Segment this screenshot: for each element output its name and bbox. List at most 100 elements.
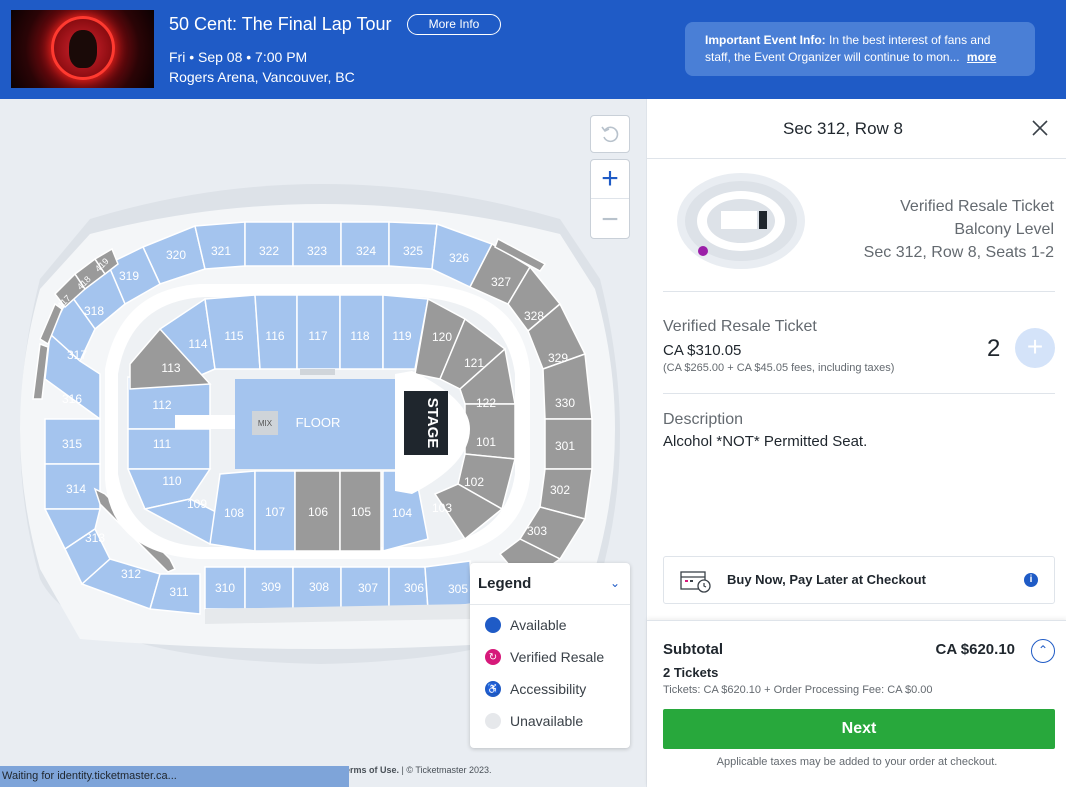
description-text: Alcohol *NOT* Permitted Seat. bbox=[663, 433, 868, 450]
section-101: 101 bbox=[476, 435, 496, 449]
browser-status-bar: Waiting for identity.ticketmaster.ca... bbox=[0, 766, 349, 787]
close-icon[interactable] bbox=[1030, 118, 1050, 138]
section-102: 102 bbox=[464, 475, 484, 489]
section-325: 325 bbox=[403, 244, 423, 258]
subtotal-amount: CA $620.10 bbox=[935, 641, 1016, 658]
section-312: 312 bbox=[121, 567, 141, 581]
section-317: 317 bbox=[67, 348, 87, 362]
legend-label: Available bbox=[510, 617, 567, 633]
section-118: 118 bbox=[350, 329, 369, 343]
section-311: 311 bbox=[169, 585, 188, 599]
panel-title: Sec 312, Row 8 bbox=[782, 119, 903, 138]
section-329: 329 bbox=[548, 351, 568, 365]
section-305: 305 bbox=[448, 582, 468, 596]
next-button[interactable]: Next bbox=[663, 709, 1055, 749]
section-310: 310 bbox=[215, 581, 235, 595]
section-313: 313 bbox=[85, 531, 105, 545]
legend-label: Unavailable bbox=[510, 713, 584, 729]
section-104: 104 bbox=[392, 506, 412, 520]
tax-note: Applicable taxes may be added to your or… bbox=[716, 756, 998, 768]
wheelchair-icon: ♿ bbox=[485, 681, 501, 697]
ticket-seats-line: Sec 312, Row 8, Seats 1-2 bbox=[863, 244, 1054, 261]
chevron-down-icon[interactable]: ⌄ bbox=[610, 576, 620, 590]
quantity-value: 2 bbox=[987, 335, 1001, 362]
mix-label: MIX bbox=[258, 419, 273, 428]
divider bbox=[663, 393, 1055, 394]
reset-map-button[interactable] bbox=[590, 115, 630, 153]
section-117: 117 bbox=[308, 329, 327, 343]
chevron-up-icon[interactable]: ⌃ bbox=[1031, 639, 1055, 663]
section-307: 307 bbox=[358, 581, 378, 595]
stage-label: STAGE bbox=[424, 398, 441, 449]
event-header: 50 Cent: The Final Lap Tour More Info Fr… bbox=[0, 0, 1066, 99]
buy-now-pay-later-banner[interactable]: Buy Now, Pay Later at Checkout i bbox=[663, 556, 1055, 604]
section-109: 109 bbox=[187, 497, 207, 511]
terms-link[interactable]: erms of Use. bbox=[345, 765, 399, 775]
resale-label: Verified Resale Ticket bbox=[663, 318, 817, 335]
event-title: 50 Cent: The Final Lap Tour bbox=[169, 14, 392, 34]
important-info-banner: Important Event Info: In the best intere… bbox=[685, 22, 1035, 76]
legend-label: Verified Resale bbox=[510, 649, 605, 665]
ticket-summary: Verified Resale Ticket Balcony Level Sec… bbox=[864, 195, 1054, 264]
info-prefix: Important Event Info: bbox=[705, 33, 826, 47]
section-113: 113 bbox=[161, 361, 180, 375]
section-319: 319 bbox=[119, 269, 139, 283]
section-322: 322 bbox=[259, 244, 279, 258]
legend-divider bbox=[470, 604, 630, 605]
section-314: 314 bbox=[66, 482, 86, 496]
section-315: 315 bbox=[62, 437, 82, 451]
zoom-in-button[interactable]: + bbox=[591, 160, 629, 199]
section-112: 112 bbox=[152, 398, 171, 412]
seat-map[interactable]: 320 321 322 323 324 325 326 327 328 329 … bbox=[0, 99, 646, 787]
section-116: 116 bbox=[265, 329, 284, 343]
section-110: 110 bbox=[162, 474, 181, 488]
section-321: 321 bbox=[211, 244, 231, 258]
section-318: 318 bbox=[84, 304, 104, 318]
legend-item-available: Available bbox=[485, 617, 567, 633]
more-info-button[interactable]: More Info bbox=[407, 14, 501, 35]
available-dot-icon bbox=[485, 617, 501, 633]
section-preview-map bbox=[677, 173, 805, 269]
ticket-type-line: Verified Resale Ticket bbox=[900, 198, 1054, 215]
zoom-out-button[interactable]: − bbox=[591, 200, 629, 239]
section-320: 320 bbox=[166, 248, 186, 262]
section-103: 103 bbox=[432, 501, 452, 515]
legend-item-unavailable: Unavailable bbox=[485, 713, 583, 729]
section-121: 121 bbox=[464, 356, 484, 370]
bnpl-text: Buy Now, Pay Later at Checkout bbox=[727, 572, 926, 587]
subtotal-section: Subtotal CA $620.10 ⌃ 2 Tickets Tickets:… bbox=[647, 620, 1066, 787]
section-303: 303 bbox=[527, 524, 547, 538]
section-306: 306 bbox=[404, 581, 424, 595]
panel-header: Sec 312, Row 8 bbox=[647, 99, 1066, 159]
section-114: 114 bbox=[188, 337, 207, 351]
unavailable-dot-icon bbox=[485, 713, 501, 729]
info-more-link[interactable]: more bbox=[967, 50, 996, 64]
section-330: 330 bbox=[555, 396, 575, 410]
info-icon[interactable]: i bbox=[1024, 573, 1038, 587]
divider bbox=[663, 291, 1055, 292]
order-fee-line: Tickets: CA $620.10 + Order Processing F… bbox=[663, 684, 933, 696]
ticket-count: 2 Tickets bbox=[663, 665, 719, 680]
increase-quantity-button[interactable]: + bbox=[1015, 328, 1055, 368]
event-date: Fri • Sep 08 • 7:00 PM bbox=[169, 49, 308, 65]
section-309: 309 bbox=[261, 580, 281, 594]
section-302: 302 bbox=[550, 483, 570, 497]
section-106: 106 bbox=[308, 505, 328, 519]
section-105: 105 bbox=[351, 505, 371, 519]
section-122: 122 bbox=[476, 396, 496, 410]
section-328: 328 bbox=[524, 309, 544, 323]
legend-label: Accessibility bbox=[510, 681, 587, 697]
legend-item-resale: ↻ Verified Resale bbox=[485, 649, 604, 665]
fee-breakdown: (CA $265.00 + CA $45.05 fees, including … bbox=[663, 362, 895, 374]
ticket-detail-panel: Sec 312, Row 8 Verified Resale Ticket Ba… bbox=[646, 99, 1066, 787]
description-label: Description bbox=[663, 411, 744, 428]
ticket-price: CA $310.05 bbox=[663, 342, 742, 359]
resale-icon: ↻ bbox=[485, 649, 501, 665]
legend-title: Legend bbox=[478, 575, 532, 592]
section-301: 301 bbox=[555, 439, 575, 453]
subtotal-label: Subtotal bbox=[663, 641, 723, 658]
section-120: 120 bbox=[432, 330, 452, 344]
section-308: 308 bbox=[309, 580, 329, 594]
section-119: 119 bbox=[392, 329, 411, 343]
floor-label: FLOOR bbox=[296, 415, 341, 430]
